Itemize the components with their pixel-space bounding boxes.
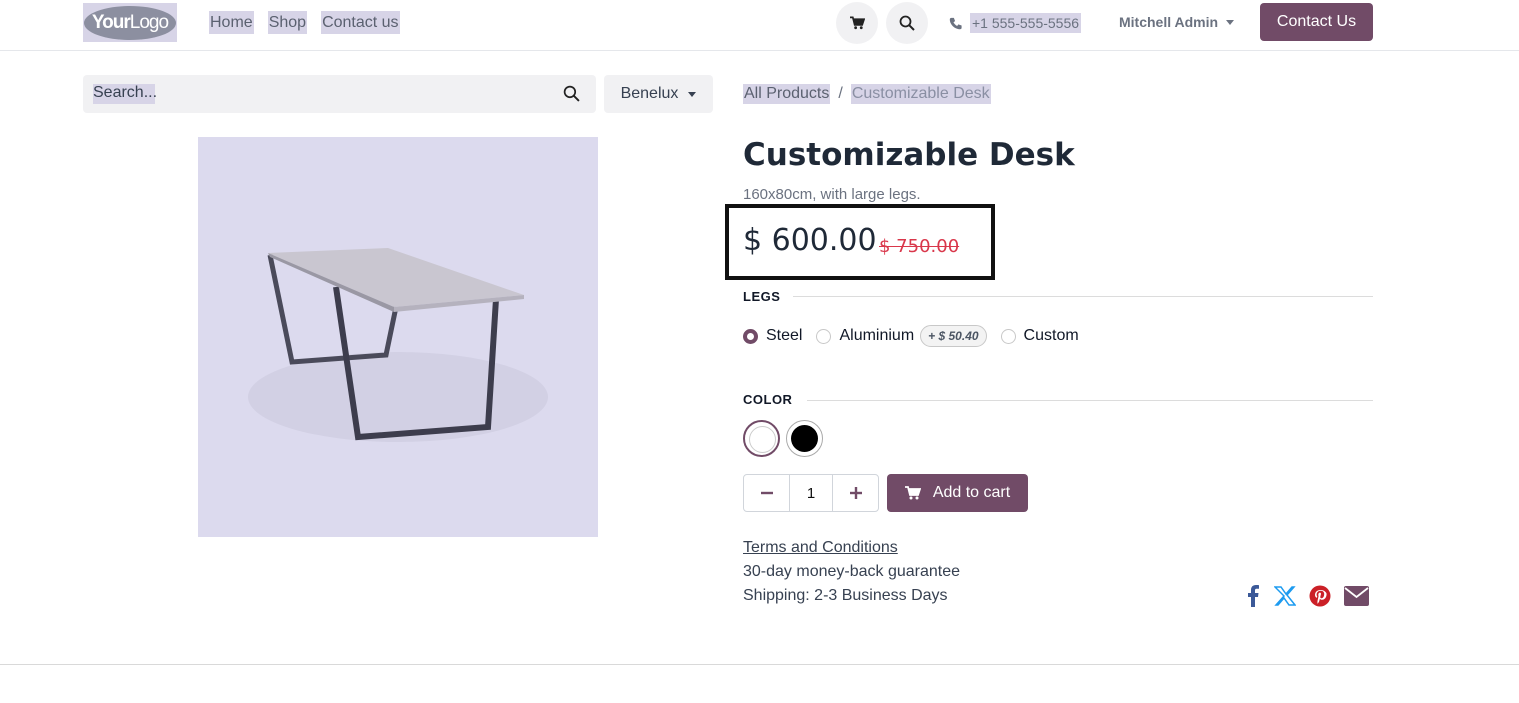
site-header: Your Logo Home Shop Contact us +1 555-555… [0, 0, 1519, 51]
search-submit-icon[interactable] [563, 85, 580, 106]
email-share[interactable] [1343, 584, 1369, 608]
shipping-text: Shipping: 2-3 Business Days [743, 587, 948, 604]
color-swatch-black[interactable] [786, 420, 823, 457]
legs-label: LEGS [743, 289, 781, 304]
quantity-increase-button[interactable] [833, 475, 878, 511]
logo-mark: Your Logo [84, 5, 176, 40]
nav-shop[interactable]: Shop [267, 11, 308, 34]
product-old-price: $ 750.00 [879, 236, 960, 257]
product-price: $ 600.00 [743, 223, 877, 258]
legs-divider [793, 296, 1373, 297]
color-label: COLOR [743, 392, 793, 407]
phone-number: +1 555-555-5556 [970, 13, 1082, 33]
facebook-share[interactable] [1240, 584, 1266, 608]
plus-icon [849, 487, 862, 499]
pinterest-share[interactable] [1307, 584, 1333, 608]
email-icon [1343, 586, 1369, 606]
quantity-input[interactable]: 1 [789, 475, 833, 511]
color-divider [807, 400, 1373, 401]
legs-option-custom[interactable]: Custom [1000, 327, 1079, 345]
logo-text-bold: Your [91, 11, 131, 33]
nav-contact-us[interactable]: Contact us [321, 11, 400, 34]
site-logo[interactable]: Your Logo [83, 3, 177, 42]
pricelist-dropdown[interactable]: Benelux [604, 75, 713, 113]
color-swatch-white[interactable] [743, 420, 780, 457]
cart-icon [904, 486, 921, 500]
chevron-down-icon [688, 91, 697, 97]
breadcrumb-separator: / [838, 85, 843, 102]
phone-link[interactable]: +1 555-555-5556 [949, 13, 1082, 33]
header-search-button[interactable] [886, 2, 928, 44]
chevron-down-icon [1226, 19, 1235, 25]
product-description: 160x80cm, with large legs. [743, 186, 921, 203]
pinterest-icon [1309, 585, 1331, 607]
user-name: Mitchell Admin [1119, 14, 1219, 30]
cart-button[interactable] [836, 2, 878, 44]
radio-aluminium[interactable] [816, 328, 832, 344]
search-icon [899, 15, 915, 31]
radio-custom[interactable] [1000, 328, 1016, 344]
breadcrumb-all-products[interactable]: All Products [743, 84, 831, 104]
quantity-decrease-button[interactable] [744, 475, 789, 511]
cart-icon [849, 16, 865, 30]
product-search [83, 75, 596, 113]
main-nav: Home Shop Contact us [209, 11, 400, 34]
price-extra-badge: + $ 50.40 [920, 325, 987, 347]
legs-option-steel[interactable]: Steel [743, 327, 802, 345]
minus-icon [760, 491, 773, 495]
x-twitter-icon [1274, 586, 1296, 606]
breadcrumb-current: Customizable Desk [850, 84, 991, 104]
phone-icon [949, 17, 962, 29]
contact-us-button[interactable]: Contact Us [1260, 3, 1373, 41]
legs-option-label: Aluminium [839, 327, 915, 344]
product-image[interactable] [198, 137, 598, 537]
desk-illustration [248, 248, 548, 442]
add-to-cart-label: Add to cart [932, 484, 1011, 501]
legs-option-aluminium[interactable]: Aluminium + $ 50.40 [816, 325, 987, 347]
legs-option-label: Custom [1023, 327, 1079, 344]
user-menu[interactable]: Mitchell Admin [1119, 14, 1235, 30]
logo-text-thin: Logo [129, 11, 169, 33]
radio-steel[interactable] [743, 328, 758, 344]
search-input[interactable] [93, 84, 533, 102]
x-share[interactable] [1272, 584, 1298, 608]
legs-option-label: Steel [766, 327, 803, 344]
quantity-stepper: 1 [743, 474, 879, 512]
facebook-icon [1248, 585, 1259, 607]
pricelist-label: Benelux [620, 85, 679, 102]
footer-divider [0, 664, 1519, 665]
breadcrumb: All Products / Customizable Desk [743, 84, 991, 104]
legs-options: Steel Aluminium + $ 50.40 Custom [743, 325, 1093, 347]
guarantee-text: 30-day money-back guarantee [743, 563, 961, 580]
product-title: Customizable Desk [743, 137, 1075, 173]
add-to-cart-button[interactable]: Add to cart [887, 474, 1028, 512]
nav-home[interactable]: Home [209, 11, 254, 34]
terms-link[interactable]: Terms and Conditions [743, 539, 898, 557]
